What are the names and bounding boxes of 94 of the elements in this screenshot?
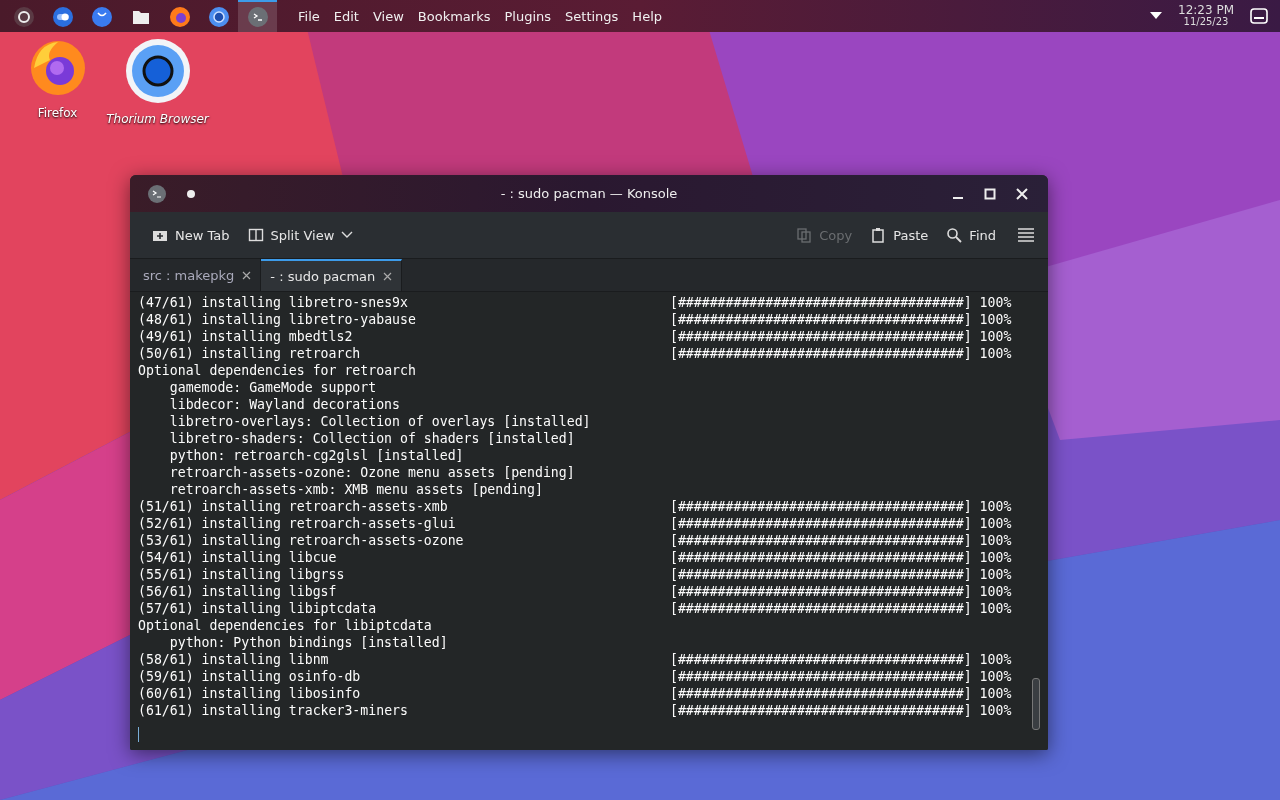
menu-item[interactable]: Plugins: [497, 8, 559, 24]
menu-item[interactable]: File: [291, 8, 327, 24]
show-desktop-icon[interactable]: [1250, 8, 1268, 24]
terminal[interactable]: [130, 292, 1048, 750]
terminal-line: (51/61) installing retroarch-assets-xmb: [138, 498, 449, 515]
launcher-icon: [12, 6, 35, 28]
percent-text: 100%: [979, 566, 1012, 583]
percent-text: 100%: [979, 328, 1012, 345]
close-icon[interactable]: [383, 271, 393, 281]
caret-icon[interactable]: [1150, 12, 1162, 20]
progress-bar-text: [####################################]: [669, 345, 972, 362]
globe-icon: [207, 6, 230, 28]
terminal-line: (54/61) installing libcue: [138, 549, 338, 566]
terminal-line: (48/61) installing libretro-yabause: [138, 311, 417, 328]
scrollbar-thumb[interactable]: [1032, 678, 1040, 730]
terminal-line: (53/61) installing retroarch-assets-ozone: [138, 532, 465, 549]
terminal-line: (59/61) installing osinfo-db: [138, 668, 362, 685]
menu-item[interactable]: Settings: [558, 8, 626, 24]
close-icon[interactable]: [242, 270, 252, 280]
menu-icon[interactable]: [1018, 228, 1034, 242]
chevron-icon: [341, 231, 354, 239]
progress-bar-text: [####################################]: [669, 566, 972, 583]
progress-bar-text: [####################################]: [669, 668, 972, 685]
window-title: - : sudo pacman — Konsole: [500, 186, 678, 201]
terminal-line: (61/61) installing tracker3-miners: [138, 702, 409, 719]
fox-icon: [168, 6, 191, 28]
percent-text: 100%: [979, 600, 1012, 617]
progress-bar-text: [####################################]: [669, 532, 972, 549]
percent-text: 100%: [979, 583, 1012, 600]
progress-bar-text: [####################################]: [669, 294, 972, 311]
terminal-line: (52/61) installing retroarch-assets-glui: [138, 515, 457, 532]
terminal-line: (57/61) installing libiptcdata: [138, 600, 378, 617]
terminal-line: Optional dependencies for retroarch: [138, 362, 416, 379]
maximize-icon[interactable]: [984, 187, 996, 200]
search-icon: [946, 227, 963, 243]
terminal-line: gamemode: GameMode support: [168, 379, 377, 396]
terminal-line: python: Python bindings [installed]: [168, 634, 448, 651]
percent-text: 100%: [979, 345, 1012, 362]
progress-bar-text: [####################################]: [669, 583, 972, 600]
percent-text: 100%: [979, 532, 1012, 549]
terminal-line: (55/61) installing libgrss: [138, 566, 346, 583]
copy-icon: [796, 227, 813, 243]
percent-text: 100%: [979, 651, 1012, 668]
progress-bar-text: [####################################]: [669, 600, 972, 617]
progress-bar-text: [####################################]: [669, 311, 972, 328]
new-tab-button[interactable]: New Tab: [146, 223, 236, 247]
menu-item[interactable]: Help: [625, 8, 669, 24]
globe-icon[interactable]: [124, 38, 191, 104]
progress-bar-text: [####################################]: [669, 498, 972, 515]
terminal-icon: [246, 6, 269, 28]
pin-icon[interactable]: [187, 189, 195, 198]
tab[interactable]: - : sudo pacman: [261, 259, 403, 291]
terminal-line: retroarch-assets-ozone: Ozone menu assets [pending]: [168, 464, 575, 481]
terminal-line: python: retroarch-cg2glsl [installed]: [168, 447, 464, 464]
percent-text: 100%: [979, 515, 1012, 532]
terminal-line: libretro-shaders: Collection of shaders [installed]: [168, 430, 575, 447]
percent-text: 100%: [979, 702, 1012, 719]
split-view-icon: [247, 227, 264, 243]
percent-text: 100%: [979, 294, 1012, 311]
terminal-line: (56/61) installing libgsf: [138, 583, 338, 600]
progress-bar-text: [####################################]: [669, 549, 972, 566]
folder-icon: [130, 8, 151, 26]
percent-text: 100%: [979, 498, 1012, 515]
desktop-icon-label[interactable]: Thorium Browser: [106, 112, 209, 126]
clock-time: 12:23 PM: [1178, 5, 1234, 16]
terminal-line: (49/61) installing mbedtls2: [138, 328, 354, 345]
progress-bar-text: [####################################]: [669, 685, 972, 702]
desktop-icon-label[interactable]: Firefox: [37, 106, 78, 120]
menu-item[interactable]: Edit: [326, 8, 366, 24]
percent-text: 100%: [979, 549, 1012, 566]
terminal-line: (47/61) installing libretro-snes9x: [138, 294, 409, 311]
clock-date: 11/25/23: [1183, 16, 1229, 27]
terminal-icon: [147, 183, 167, 204]
percent-text: 100%: [979, 685, 1012, 702]
progress-bar-text: [####################################]: [669, 651, 972, 668]
find-button[interactable]: Find: [940, 223, 1002, 247]
clipboard-icon: [870, 227, 887, 243]
progress-bar-text: [####################################]: [669, 702, 972, 719]
menu-item[interactable]: Bookmarks: [410, 8, 498, 24]
progress-bar-text: [####################################]: [669, 328, 972, 345]
terminal-line: (60/61) installing libosinfo: [138, 685, 362, 702]
progress-bar-text: [####################################]: [669, 515, 972, 532]
menu-item[interactable]: View: [365, 8, 411, 24]
terminal-line: (50/61) installing retroarch: [138, 345, 362, 362]
toggle-icon: [51, 6, 74, 28]
split-button[interactable]: Split View: [241, 223, 360, 247]
percent-text: 100%: [979, 311, 1012, 328]
terminal-line: Optional dependencies for libiptcdata: [138, 617, 432, 634]
terminal-line: retroarch-assets-xmb: XMB menu assets [pending]: [168, 481, 543, 498]
paste-button[interactable]: Paste: [864, 223, 935, 247]
terminal-line: (58/61) installing libnm: [138, 651, 330, 668]
terminal-line: libretro-overlays: Collection of overlays [installed]: [168, 413, 591, 430]
percent-text: 100%: [979, 668, 1012, 685]
terminal-line: libdecor: Wayland decorations: [168, 396, 400, 413]
